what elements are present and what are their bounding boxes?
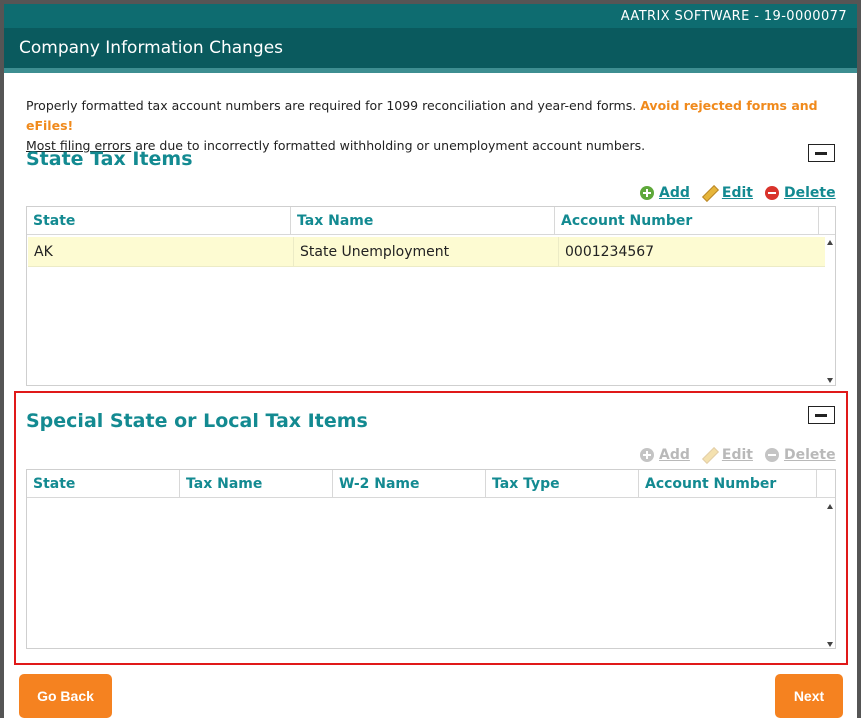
column-header-tax-name[interactable]: Tax Name xyxy=(180,470,333,498)
go-back-button[interactable]: Go Back xyxy=(19,674,112,718)
cell-account-number: 0001234567 xyxy=(565,244,655,260)
notice-text-1: Properly formatted tax account numbers a… xyxy=(26,98,637,113)
column-header-account-number[interactable]: Account Number xyxy=(639,470,817,498)
pencil-icon xyxy=(702,186,717,201)
special-tax-collapse-button[interactable] xyxy=(808,406,835,424)
add-icon xyxy=(640,448,654,462)
state-tax-delete-button[interactable]: Delete xyxy=(764,185,836,201)
state-tax-title: State Tax Items xyxy=(26,148,193,170)
pencil-icon xyxy=(702,448,717,463)
state-tax-edit-button[interactable]: Edit xyxy=(702,185,753,201)
add-label: Add xyxy=(659,447,690,463)
special-tax-edit-button[interactable]: Edit xyxy=(702,447,753,463)
special-tax-title: Special State or Local Tax Items xyxy=(26,410,368,432)
special-tax-grid: State Tax Name W-2 Name Tax Type Account… xyxy=(26,469,836,649)
edit-label: Edit xyxy=(721,447,753,463)
add-icon xyxy=(640,186,654,200)
special-tax-delete-button[interactable]: Delete xyxy=(764,447,836,463)
delete-icon xyxy=(764,448,779,462)
delete-icon xyxy=(764,186,779,200)
title-bar: Company Information Changes xyxy=(4,28,857,68)
delete-label: Delete xyxy=(783,447,836,463)
table-row[interactable]: AK State Unemployment 0001234567 xyxy=(28,237,825,267)
delete-label: Delete xyxy=(783,185,836,201)
notice-text-2: are due to incorrectly formatted withhol… xyxy=(135,138,646,153)
page-title: Company Information Changes xyxy=(19,38,284,58)
state-tax-collapse-button[interactable] xyxy=(808,144,835,162)
special-tax-actions: Add Edit Delete xyxy=(628,447,836,463)
company-bar: AATRIX SOFTWARE - 19-0000077 xyxy=(4,4,857,28)
cell-tax-name: State Unemployment xyxy=(294,237,559,267)
column-header-w2-name[interactable]: W-2 Name xyxy=(333,470,486,498)
state-tax-add-button[interactable]: Add xyxy=(640,185,690,201)
company-id-label: AATRIX SOFTWARE - 19-0000077 xyxy=(620,9,847,24)
column-header-state[interactable]: State xyxy=(27,470,180,498)
column-header-account-number[interactable]: Account Number xyxy=(555,207,819,235)
column-header-state[interactable]: State xyxy=(27,207,291,235)
column-header-tax-type[interactable]: Tax Type xyxy=(486,470,639,498)
state-tax-actions: Add Edit Delete xyxy=(628,185,836,201)
state-tax-grid-header: State Tax Name Account Number xyxy=(27,207,835,235)
header-divider xyxy=(4,68,857,73)
scroll-up-arrow-icon[interactable] xyxy=(827,504,833,509)
column-header-tax-name[interactable]: Tax Name xyxy=(291,207,555,235)
state-tax-grid: State Tax Name Account Number AK State U… xyxy=(26,206,836,386)
format-notice: Properly formatted tax account numbers a… xyxy=(26,96,846,156)
company-info-window: AATRIX SOFTWARE - 19-0000077 Company Inf… xyxy=(4,4,857,718)
add-label: Add xyxy=(659,185,690,201)
next-button[interactable]: Next xyxy=(775,674,843,718)
scroll-down-arrow-icon[interactable] xyxy=(827,642,833,647)
scroll-down-arrow-icon[interactable] xyxy=(827,378,833,383)
special-tax-add-button[interactable]: Add xyxy=(640,447,690,463)
special-tax-grid-header: State Tax Name W-2 Name Tax Type Account… xyxy=(27,470,835,498)
cell-state: AK xyxy=(28,237,294,267)
scroll-up-arrow-icon[interactable] xyxy=(827,240,833,245)
edit-label: Edit xyxy=(721,185,753,201)
